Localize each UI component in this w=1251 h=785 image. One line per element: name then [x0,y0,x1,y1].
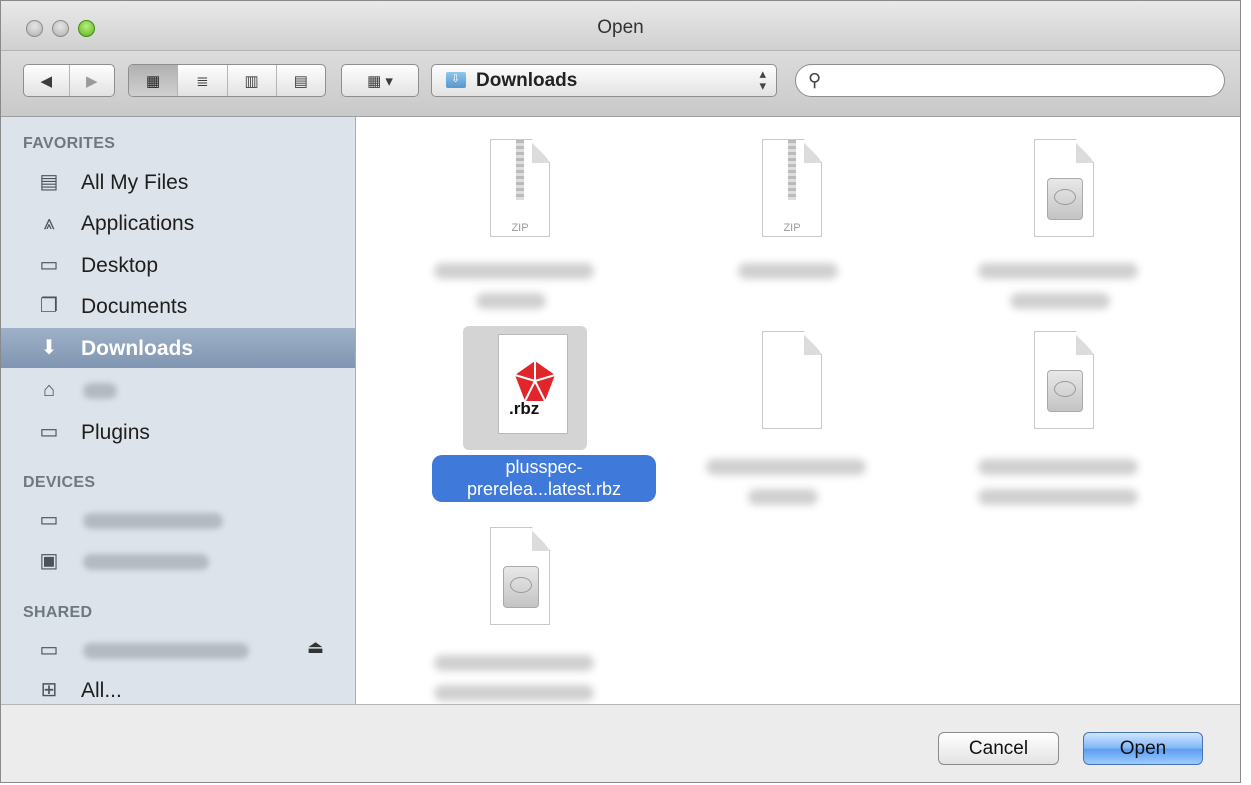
documents-icon: ❐ [40,295,58,317]
title-bar: Open [1,1,1240,51]
sidebar-item-plugins[interactable]: ▭ Plugins [1,412,355,452]
computer-icon: ▭ [39,509,59,531]
filename-line-1: plusspec- [505,457,583,477]
search-field[interactable]: ⚲ [795,64,1225,97]
zip-file-icon: ZIP [762,139,822,237]
applications-icon: ⩓ [43,212,55,234]
sidebar-item-label: All My Files [81,171,189,194]
sidebar-item-label: Applications [81,212,195,235]
file-item-selected[interactable]: .rbz plusspec- prerelea...latest.rbz [376,117,676,517]
redacted-filename [748,489,818,505]
redacted-filename [706,459,866,475]
all-files-icon: ▤ [39,171,59,193]
sidebar-item-documents[interactable]: ❐ Documents [1,286,355,326]
sidebar-item-shared-all[interactable]: ⊞ All... [1,670,355,704]
open-dialog: Open ◀ ▶ ▦ ≣ ▥ ▤ ▦ ▾ Downloads ▴▾ ⚲ FAVO… [0,0,1241,783]
sidebar-item-downloads[interactable]: ⬇ Downloads [1,328,355,368]
redacted-label [83,383,117,399]
forward-button[interactable]: ▶ [70,65,115,96]
window-title: Open [597,17,644,38]
redacted-filename [434,655,594,671]
sidebar-item-computer[interactable]: ▭ [1,500,355,540]
desktop-icon: ▭ [39,254,59,276]
sidebar-item-applications[interactable]: ⩓ Applications [1,203,355,243]
view-mode-control: ▦ ≣ ▥ ▤ [128,64,326,97]
popup-arrows-icon: ▴ ▾ [759,66,766,93]
sidebar: FAVORITES ▤ All My Files ⩓ Applications … [1,117,356,704]
redacted-filename [978,489,1138,505]
selected-file-thumbnail: .rbz [463,326,587,450]
file-item[interactable]: ZIP [668,139,904,329]
sidebar-item-label: Desktop [81,254,159,277]
eject-icon[interactable]: ⏏ [307,637,324,658]
file-item[interactable] [396,527,632,704]
cancel-button[interactable]: Cancel [938,732,1059,765]
network-icon: ⊞ [40,679,58,701]
sidebar-item-home[interactable]: ⌂ [1,370,355,410]
folder-icon: ▭ [39,421,59,443]
redacted-label [83,643,249,659]
search-input[interactable] [832,69,1216,93]
favorites-heading: FAVORITES [23,135,116,152]
column-view-button[interactable]: ▥ [228,65,277,96]
disk-image-icon [490,527,550,625]
selected-filename: plusspec- prerelea...latest.rbz [432,455,656,502]
network-computer-icon: ▭ [39,639,59,661]
hard-disk-icon: ▣ [39,550,59,572]
sidebar-item-desktop[interactable]: ▭ Desktop [1,245,355,285]
filename-line-2: prerelea...latest.rbz [466,479,622,499]
generic-file-icon [762,331,822,429]
disk-image-icon [1034,331,1094,429]
location-popup[interactable]: Downloads ▴▾ [431,64,777,97]
back-forward-control: ◀ ▶ [23,64,115,97]
sidebar-item-label: Plugins [81,421,150,444]
button-bar: Cancel Open [1,704,1240,782]
redacted-filename [1010,293,1110,309]
zip-label: ZIP [783,222,801,234]
search-icon: ⚲ [808,70,822,90]
back-button[interactable]: ◀ [24,65,70,96]
open-button[interactable]: Open [1083,732,1203,765]
devices-heading: DEVICES [23,474,96,491]
sidebar-item-shared-host[interactable]: ▭ ⏏ [1,630,355,670]
downloads-icon: ⬇ [40,337,58,359]
redacted-filename [978,459,1138,475]
file-browser: ZIP ZIP .rbz plusspec- prerelea...latest… [356,117,1240,704]
cover-flow-button[interactable]: ▤ [277,65,325,96]
downloads-folder-icon [446,72,466,88]
location-label: Downloads [476,70,578,91]
redacted-filename [978,263,1138,279]
arrange-menu-button[interactable]: ▦ ▾ [341,64,419,97]
redacted-label [83,554,209,570]
icon-view-button[interactable]: ▦ [129,65,179,96]
disk-image-icon [1034,139,1094,237]
file-item[interactable] [668,331,904,521]
home-icon: ⌂ [42,379,56,401]
sidebar-item-label: All... [81,679,122,702]
ruby-gem-icon [514,361,556,402]
redacted-filename [434,685,594,701]
file-item[interactable] [940,331,1176,521]
rbz-file-icon: .rbz [498,334,568,434]
file-item[interactable] [940,139,1176,329]
sidebar-item-all-my-files[interactable]: ▤ All My Files [1,162,355,202]
sidebar-item-disk[interactable]: ▣ [1,541,355,581]
sidebar-item-label: Documents [81,295,188,318]
toolbar: ◀ ▶ ▦ ≣ ▥ ▤ ▦ ▾ Downloads ▴▾ ⚲ [1,51,1240,117]
rbz-extension-label: .rbz [509,399,540,418]
shared-heading: SHARED [23,604,93,621]
arrange-icon: ▦ ▾ [367,72,393,90]
list-view-button[interactable]: ≣ [178,65,228,96]
redacted-filename [738,263,838,279]
sidebar-item-label: Downloads [81,337,194,360]
redacted-label [83,513,223,529]
